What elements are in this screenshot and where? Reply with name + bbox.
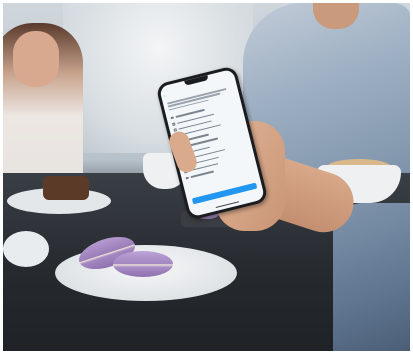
chocolate-cake xyxy=(43,176,89,200)
checkbox-icon xyxy=(185,176,189,180)
back-arrow-icon: ‹ xyxy=(163,92,167,99)
woman-background xyxy=(3,23,83,193)
man-sleeve xyxy=(333,203,410,351)
home-indicator xyxy=(215,201,240,209)
phone-action-button xyxy=(191,182,258,205)
checkbox-icon xyxy=(171,122,176,126)
small-plate xyxy=(3,231,49,267)
checkbox-icon xyxy=(170,116,174,120)
macaron-2 xyxy=(113,251,173,277)
woman-hand xyxy=(13,31,59,87)
cafe-photo: ‹ xyxy=(3,3,410,351)
